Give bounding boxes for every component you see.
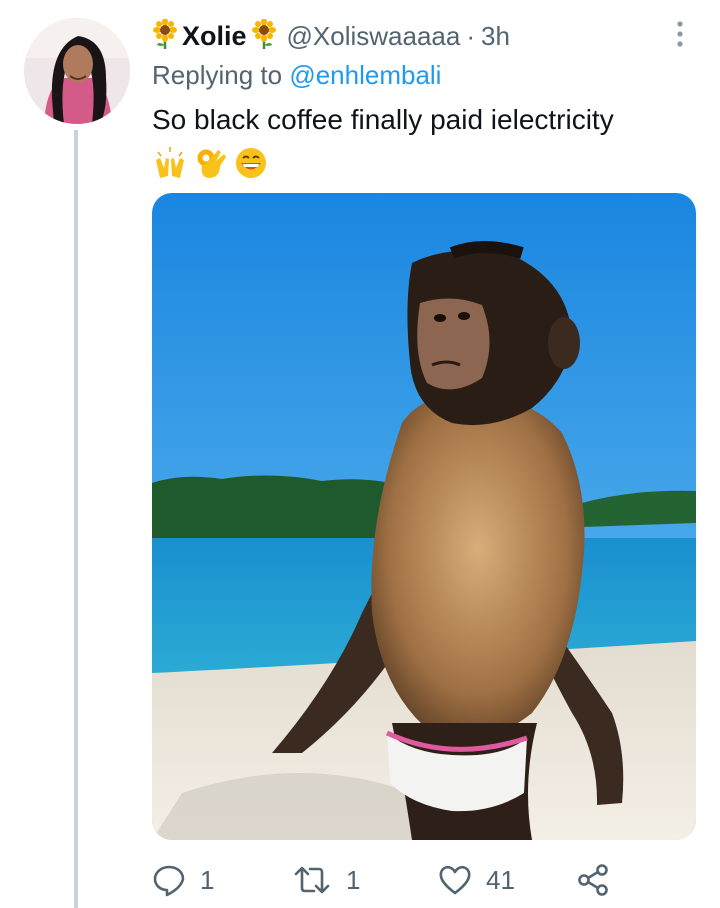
retweet-button[interactable]: 1	[292, 860, 360, 900]
thread-line	[74, 130, 78, 908]
share-icon	[578, 864, 608, 896]
timestamp[interactable]: 3h	[481, 21, 510, 52]
like-icon	[439, 865, 471, 895]
tweet-media-photo[interactable]	[152, 193, 696, 840]
author-name[interactable]: Xolie	[182, 21, 247, 52]
replying-to: Replying to @enhlembali	[152, 60, 441, 91]
raising-hands-emoji	[152, 146, 188, 185]
ok-hand-emoji	[194, 146, 228, 185]
replying-mention-link[interactable]: @enhlembali	[289, 60, 441, 90]
sunflower-icon	[251, 17, 277, 54]
reply-count: 1	[200, 864, 215, 895]
like-button[interactable]: 41	[438, 860, 515, 900]
more-options-button[interactable]	[668, 18, 692, 50]
grinning-face-emoji	[234, 146, 268, 185]
share-button[interactable]	[576, 860, 610, 900]
more-vertical-icon	[677, 21, 683, 47]
avatar[interactable]	[24, 18, 130, 124]
reply-icon	[153, 865, 185, 897]
tweet-text: So black coffee finally paid ielectricit…	[152, 104, 614, 135]
avatar-image	[24, 18, 130, 124]
tweet-actions: 1 1 41	[152, 860, 672, 900]
tweet-emojis	[152, 146, 268, 185]
retweet-count: 1	[346, 864, 361, 895]
retweet-icon	[294, 866, 330, 894]
photo-image	[152, 193, 696, 840]
tweet-header: Xolie @Xoliswaaaaa · 3h	[152, 17, 510, 54]
replying-prefix: Replying to	[152, 60, 283, 90]
separator-dot: ·	[466, 20, 476, 51]
author-handle[interactable]: @Xoliswaaaaa	[287, 21, 461, 52]
sunflower-icon	[152, 17, 178, 54]
like-count: 41	[486, 864, 515, 895]
reply-button[interactable]: 1	[152, 860, 214, 900]
